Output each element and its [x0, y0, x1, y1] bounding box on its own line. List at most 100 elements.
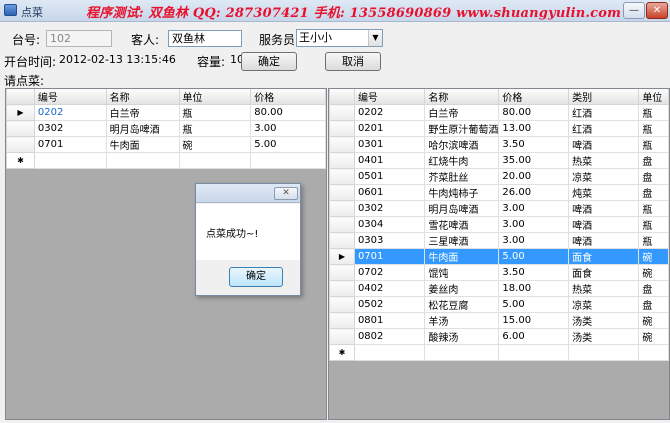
dialog-close-button[interactable]: ✕: [274, 187, 298, 200]
cell-unit[interactable]: 碗: [638, 328, 669, 345]
cell-unit[interactable]: 瓶: [638, 120, 669, 137]
cell-price[interactable]: 80.00: [250, 104, 326, 121]
cell-name[interactable]: 牛肉炖柿子: [424, 184, 500, 201]
table-row[interactable]: 0502 松花豆腐 5.00 凉菜盘: [329, 296, 669, 313]
cell-unit[interactable]: 碗: [638, 248, 669, 265]
column-header-category[interactable]: 类别: [568, 89, 640, 105]
minimize-button[interactable]: —: [623, 2, 645, 19]
cell-unit[interactable]: 盘: [638, 168, 669, 185]
table-row[interactable]: 0302 明月岛啤酒 3.00 啤酒瓶: [329, 200, 669, 217]
column-header-price[interactable]: 价格: [498, 89, 570, 105]
cell-price[interactable]: 18.00: [498, 280, 570, 297]
cell-price[interactable]: 3.00: [498, 232, 570, 249]
cell-unit[interactable]: 盘: [638, 296, 669, 313]
cell-unit[interactable]: 盘: [638, 184, 669, 201]
table-row[interactable]: 0801 羊汤 15.00 汤类碗: [329, 312, 669, 329]
column-header-name[interactable]: 名称: [105, 89, 180, 105]
confirm-button[interactable]: 确定: [241, 52, 297, 71]
cell-name[interactable]: 酸辣汤: [424, 328, 500, 345]
column-header-unit[interactable]: 单位: [638, 89, 669, 105]
table-row[interactable]: ▶ 0701 牛肉面 5.00 面食碗: [329, 248, 669, 265]
cell-empty[interactable]: [424, 344, 500, 361]
cell-price[interactable]: 3.50: [498, 136, 570, 153]
cell-code[interactable]: 0601: [353, 184, 426, 201]
cell-name[interactable]: 姜丝肉: [424, 280, 500, 297]
cell-category[interactable]: 凉菜: [568, 168, 640, 185]
cell-unit[interactable]: 瓶: [638, 200, 669, 217]
cell-name[interactable]: 馄饨: [424, 264, 500, 281]
cell-price[interactable]: 3.00: [250, 120, 326, 137]
cell-name[interactable]: 明月岛啤酒: [424, 200, 500, 217]
table-row[interactable]: 0802 酸辣汤 6.00 汤类碗: [329, 328, 669, 345]
cell-name[interactable]: 红烧牛肉: [424, 152, 500, 169]
cell-unit[interactable]: 盘: [638, 152, 669, 169]
chevron-down-icon[interactable]: ▼: [368, 30, 382, 46]
cell-price[interactable]: 3.00: [498, 216, 570, 233]
new-row[interactable]: ✱: [329, 344, 669, 361]
cell-price[interactable]: 13.00: [498, 120, 570, 137]
cell-price[interactable]: 80.00: [498, 104, 570, 121]
table-number-field[interactable]: 102: [46, 30, 112, 47]
table-row[interactable]: 0402 姜丝肉 18.00 热菜盘: [329, 280, 669, 297]
cell-code[interactable]: 0402: [353, 280, 426, 297]
cell-code[interactable]: 0302: [353, 200, 426, 217]
table-row[interactable]: 0701 牛肉面 碗 5.00: [6, 136, 326, 153]
cell-name[interactable]: 牛肉面: [105, 136, 180, 153]
cell-code[interactable]: 0401: [353, 152, 426, 169]
cell-code[interactable]: 0701: [33, 136, 107, 153]
cell-name[interactable]: 三星啤酒: [424, 232, 500, 249]
cell-category[interactable]: 面食: [568, 248, 640, 265]
column-header-price[interactable]: 价格: [250, 89, 326, 105]
cell-code[interactable]: 0302: [33, 120, 107, 137]
cell-empty[interactable]: [638, 344, 669, 361]
table-row[interactable]: 0501 芥菜肚丝 20.00 凉菜盘: [329, 168, 669, 185]
cell-price[interactable]: 26.00: [498, 184, 570, 201]
column-header-unit[interactable]: 单位: [178, 89, 252, 105]
cell-category[interactable]: 面食: [568, 264, 640, 281]
cell-unit[interactable]: 碗: [638, 312, 669, 329]
cell-category[interactable]: 啤酒: [568, 136, 640, 153]
cell-name[interactable]: 羊汤: [424, 312, 500, 329]
cell-empty[interactable]: [105, 152, 180, 169]
cell-category[interactable]: 汤类: [568, 328, 640, 345]
table-row[interactable]: 0301 哈尔滨啤酒 3.50 啤酒瓶: [329, 136, 669, 153]
cell-price[interactable]: 3.00: [498, 200, 570, 217]
cell-unit[interactable]: 瓶: [638, 136, 669, 153]
cell-code[interactable]: 0802: [353, 328, 426, 345]
cell-name[interactable]: 牛肉面: [424, 248, 500, 265]
cell-price[interactable]: 3.50: [498, 264, 570, 281]
cell-category[interactable]: 热菜: [568, 280, 640, 297]
cell-name[interactable]: 芥菜肚丝: [424, 168, 500, 185]
cell-empty[interactable]: [33, 152, 107, 169]
cell-price[interactable]: 15.00: [498, 312, 570, 329]
cell-code[interactable]: 0801: [353, 312, 426, 329]
table-row[interactable]: 0302 明月岛啤酒 瓶 3.00: [6, 120, 326, 137]
cell-code[interactable]: 0301: [353, 136, 426, 153]
table-row[interactable]: 0304 雪花啤酒 3.00 啤酒瓶: [329, 216, 669, 233]
cell-price[interactable]: 20.00: [498, 168, 570, 185]
cell-unit[interactable]: 碗: [178, 136, 252, 153]
cell-name[interactable]: 松花豆腐: [424, 296, 500, 313]
cell-category[interactable]: 啤酒: [568, 216, 640, 233]
cell-name[interactable]: 白兰帝: [105, 104, 180, 121]
column-header-code[interactable]: 编号: [353, 89, 426, 105]
cell-category[interactable]: 红酒: [568, 104, 640, 121]
cell-code[interactable]: 0502: [353, 296, 426, 313]
table-row[interactable]: 0202 白兰帝 80.00 红酒瓶: [329, 104, 669, 121]
cell-code[interactable]: 0201: [353, 120, 426, 137]
cell-unit[interactable]: 碗: [638, 264, 669, 281]
dialog-ok-button[interactable]: 确定: [229, 267, 283, 287]
cell-unit[interactable]: 瓶: [638, 232, 669, 249]
cancel-button[interactable]: 取消: [325, 52, 381, 71]
cell-code[interactable]: 0501: [353, 168, 426, 185]
cell-name[interactable]: 雪花啤酒: [424, 216, 500, 233]
cell-code[interactable]: 0701: [353, 248, 426, 265]
table-row[interactable]: 0303 三星啤酒 3.00 啤酒瓶: [329, 232, 669, 249]
cell-code[interactable]: 0702: [353, 264, 426, 281]
table-row[interactable]: 0601 牛肉炖柿子 26.00 炖菜盘: [329, 184, 669, 201]
cell-empty[interactable]: [498, 344, 570, 361]
column-header-name[interactable]: 名称: [424, 89, 500, 105]
cell-price[interactable]: 5.00: [250, 136, 326, 153]
cell-price[interactable]: 5.00: [498, 296, 570, 313]
cell-empty[interactable]: [568, 344, 640, 361]
